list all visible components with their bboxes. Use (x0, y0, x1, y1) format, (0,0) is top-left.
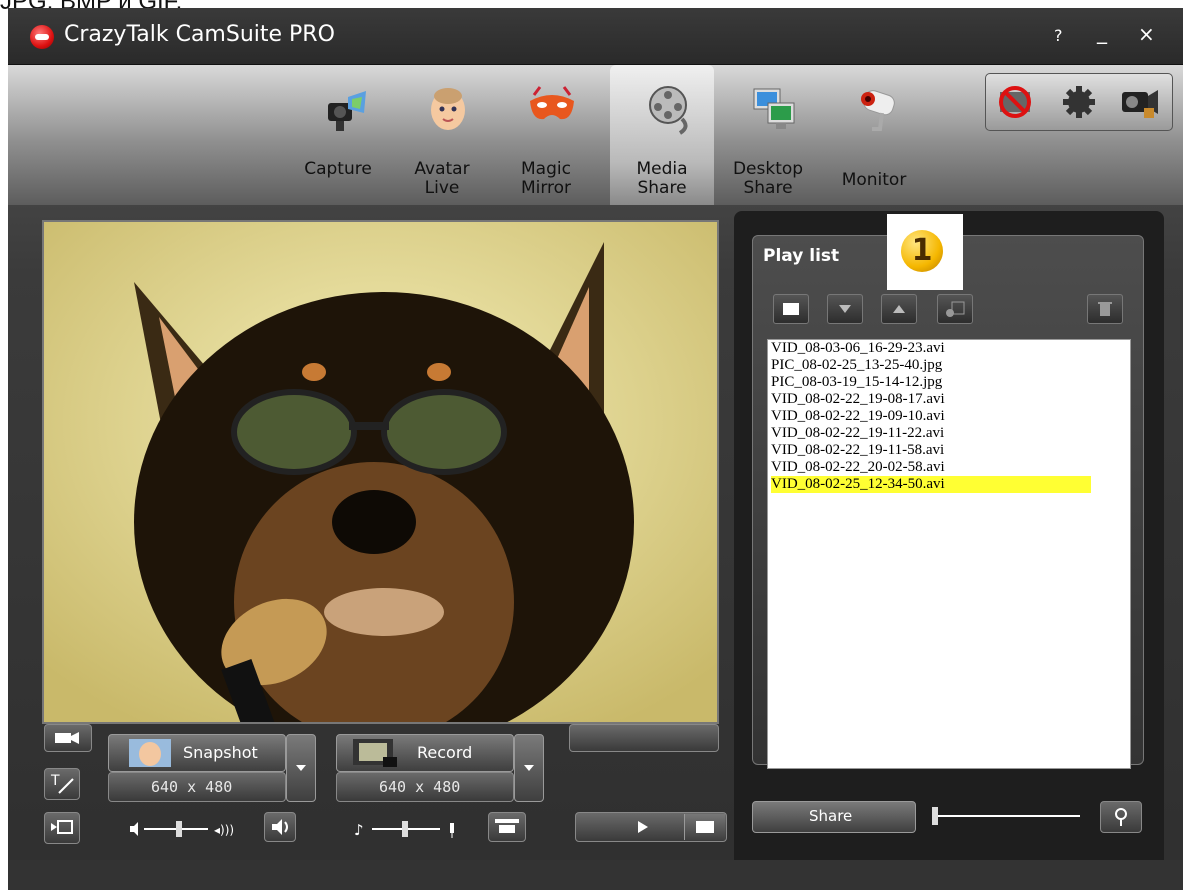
tab-label: Media Share (636, 159, 688, 198)
list-item-selected[interactable]: VID_08-02-25_12-34-50.avi (771, 476, 1091, 493)
page-caption: JPG, BMP и GIF. (0, 0, 182, 15)
pin-button[interactable] (1100, 801, 1142, 833)
svg-text:♪: ♪ (354, 821, 364, 839)
snapshot-options-dropdown[interactable] (286, 734, 316, 802)
list-item[interactable]: VID_08-02-22_19-11-58.avi (771, 442, 944, 459)
help-button[interactable]: ? (1054, 26, 1063, 45)
minimize-button[interactable]: _ (1097, 20, 1107, 44)
tab-desktop-share[interactable]: Desktop Share (716, 65, 820, 205)
move-up-button[interactable] (881, 294, 917, 324)
speaker-mute-button[interactable] (264, 812, 296, 842)
tab-magic-mirror[interactable]: Magic Mirror (494, 65, 598, 205)
tab-media-share[interactable]: Media Share (610, 65, 714, 205)
arrow-up-icon (893, 305, 905, 313)
preview-tab (569, 724, 719, 752)
list-item[interactable]: PIC_08-03-19_15-14-12.jpg (771, 374, 942, 391)
camera-mode-button[interactable] (44, 724, 92, 752)
file-properties-icon (946, 301, 965, 317)
stage-icon (495, 819, 519, 833)
desktop-icon (753, 88, 795, 129)
baby-avatar-icon (431, 88, 465, 130)
tab-avatar-live[interactable]: Avatar Live (390, 65, 494, 205)
snapshot-resolution-text: 640 x 480 (151, 778, 233, 796)
list-item[interactable]: VID_08-02-22_19-09-10.avi (771, 408, 945, 425)
record-button[interactable]: Record (336, 734, 514, 772)
list-item[interactable]: VID_08-02-22_19-08-17.avi (771, 391, 945, 408)
gear-icon[interactable] (1058, 82, 1100, 122)
arrow-down-icon (839, 305, 851, 313)
crazytalk-logo-icon (30, 25, 54, 49)
tab-label: Monitor (841, 170, 907, 190)
list-item[interactable]: PIC_08-02-25_13-25-40.jpg (771, 357, 942, 374)
tab-label: Desktop Share (732, 159, 804, 198)
play-list-panel: Play list 1 VID_08-03-06_16-29-23.avi PI… (752, 214, 1144, 769)
tab-monitor[interactable]: Monitor (822, 65, 926, 205)
speaker-icon (272, 819, 288, 835)
close-button[interactable]: × (1138, 22, 1155, 46)
record-label: Record (417, 743, 473, 762)
chevron-down-icon (524, 765, 534, 771)
webcam-icon[interactable] (1118, 82, 1160, 122)
overlay-button[interactable] (44, 812, 80, 844)
folder-icon (696, 821, 714, 833)
pin-icon (1115, 808, 1127, 826)
move-down-button[interactable] (827, 294, 863, 324)
snapshot-label: Snapshot (183, 743, 258, 762)
trash-icon (1098, 302, 1112, 316)
tab-label: Avatar Live (414, 159, 470, 198)
list-item[interactable]: VID_08-02-22_20-02-58.avi (771, 459, 945, 476)
title-bar: CrazyTalk CamSuite PRO ? _ × (8, 8, 1183, 65)
snapshot-button[interactable]: Snapshot (108, 734, 286, 772)
mic-settings-button[interactable] (488, 812, 526, 842)
callout-number: 1 (901, 230, 943, 272)
record-resolution[interactable]: 640 x 480 (336, 772, 514, 802)
folder-icon (783, 303, 799, 315)
playback-controls (575, 812, 727, 842)
add-folder-button[interactable] (773, 294, 809, 324)
chevron-down-icon (296, 765, 306, 771)
mic-volume-slider[interactable]: ♪ (354, 816, 484, 842)
picture-overlay-icon (51, 820, 73, 834)
capture-controls: Snapshot 640 x 480 Record 640 x 480 T ◂)… (42, 720, 727, 870)
play-list-title: Play list (763, 246, 840, 266)
share-button[interactable]: Share (752, 801, 916, 833)
tab-label: Capture (304, 159, 372, 179)
properties-button[interactable] (937, 294, 973, 324)
mask-icon (530, 86, 574, 120)
baby-thumbnail-icon (129, 739, 171, 767)
status-bar (8, 860, 1183, 890)
video-preview (42, 220, 719, 724)
record-options-dropdown[interactable] (514, 734, 544, 802)
video-camera-icon (55, 732, 79, 744)
svg-text:T: T (50, 773, 60, 789)
list-item[interactable]: VID_08-03-06_16-29-23.avi (771, 340, 945, 357)
dog-video-frame (44, 222, 717, 722)
camera-icon (328, 91, 366, 131)
tab-label: Magic Mirror (520, 159, 572, 198)
text-effect-button[interactable]: T (44, 768, 80, 800)
snapshot-resolution[interactable]: 640 x 480 (108, 772, 286, 802)
media-share-panel: Play list 1 VID_08-03-06_16-29-23.avi PI… (734, 211, 1164, 875)
callout-badge: 1 (887, 214, 963, 290)
delete-button[interactable] (1087, 294, 1123, 324)
svg-text:◂))): ◂))) (214, 823, 234, 837)
open-folder-button[interactable] (684, 814, 725, 840)
tab-capture[interactable]: Capture (286, 65, 390, 205)
file-list: VID_08-03-06_16-29-23.avi PIC_08-02-25_1… (767, 339, 1131, 769)
utility-toolbox (985, 73, 1173, 131)
share-quality-slider[interactable] (930, 803, 1090, 829)
list-item[interactable]: VID_08-02-22_19-11-22.avi (771, 425, 944, 442)
no-share-icon[interactable] (994, 82, 1036, 122)
security-camera-icon (861, 90, 895, 131)
app-window: CrazyTalk CamSuite PRO ? _ × Capture Ava… (8, 8, 1183, 890)
text-brush-icon: T (50, 773, 74, 794)
window-title: CrazyTalk CamSuite PRO (64, 22, 335, 47)
film-reel-icon (649, 86, 688, 135)
share-label: Share (809, 807, 853, 825)
mode-toolbar: Capture Avatar Live Magic Mirror Media S… (8, 65, 1183, 205)
record-resolution-text: 640 x 480 (379, 778, 461, 796)
film-record-icon (353, 739, 397, 767)
